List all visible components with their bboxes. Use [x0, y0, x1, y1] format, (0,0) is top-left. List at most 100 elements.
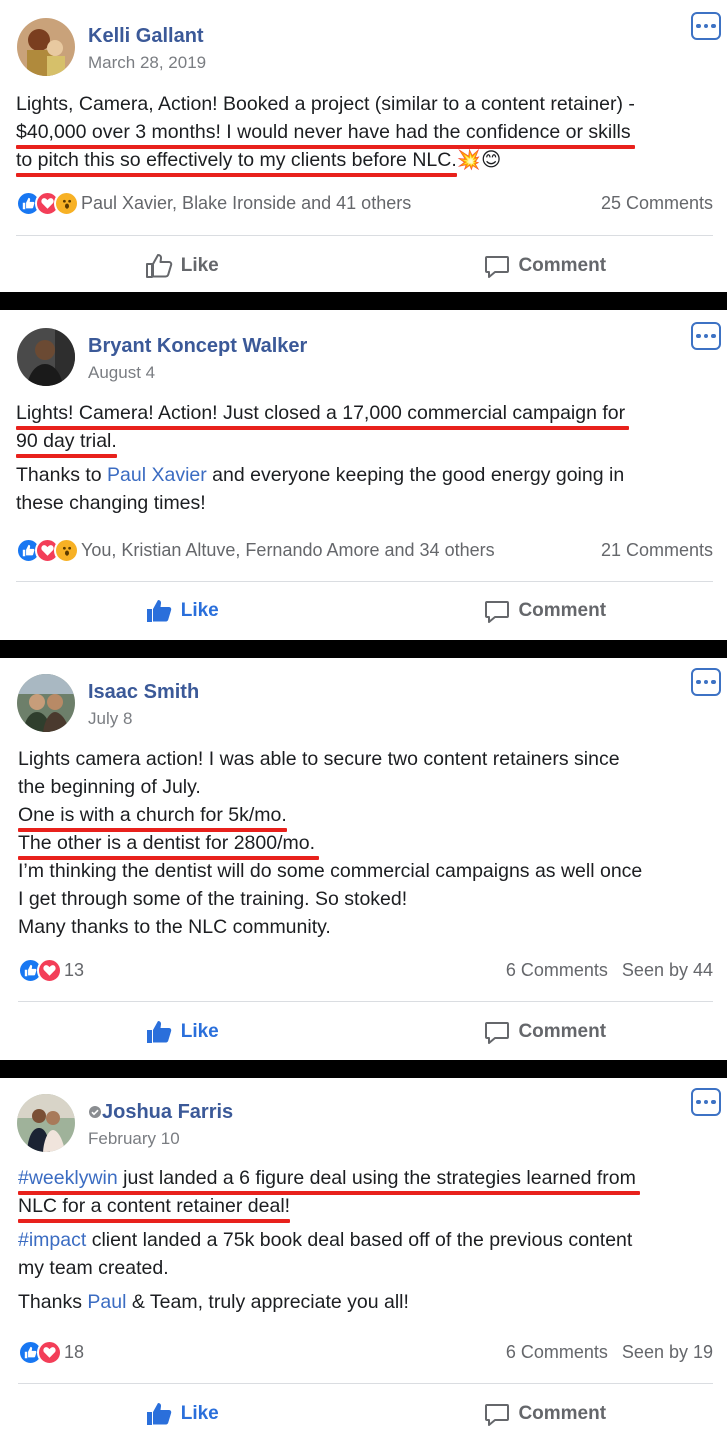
post-text: Lights, Camera, Action! Booked a project…: [16, 90, 716, 177]
comment-button[interactable]: Comment: [364, 246, 727, 286]
love-reaction-icon: [37, 957, 62, 983]
reaction-summary: You, Kristian Altuve, Fernando Amore and…: [16, 535, 713, 565]
reaction-icons[interactable]: [16, 190, 79, 216]
underlined-text: just landed a 6 figure deal using the st…: [117, 1167, 636, 1189]
post-text-segment: and everyone keeping the good energy goi…: [206, 464, 625, 486]
comment-label: Comment: [518, 255, 607, 276]
mention-link[interactable]: Paul: [87, 1291, 126, 1313]
thumbs-up-outline-icon: [145, 254, 172, 278]
post-text: Lights camera action! I was able to secu…: [18, 745, 718, 941]
comment-icon: [485, 1022, 510, 1044]
post-text-segment: Thanks: [18, 1291, 88, 1313]
post-card: Isaac Smith July 8 Lights camera action!…: [0, 658, 727, 1060]
post-date[interactable]: February 10: [88, 1129, 180, 1149]
more-options-button[interactable]: [691, 1088, 721, 1116]
comment-label: Comment: [518, 600, 607, 621]
avatar[interactable]: [17, 674, 75, 732]
author-name[interactable]: Joshua Farris: [88, 1100, 233, 1124]
post-text-line: Lights camera action! I was able to secu…: [18, 748, 620, 770]
post-card: Bryant Koncept Walker August 4 Lights! C…: [0, 310, 727, 640]
thumbs-up-icon: [146, 1021, 171, 1043]
post-text: Lights! Camera! Action! Just closed a 17…: [16, 399, 716, 517]
reaction-icons[interactable]: [18, 1339, 62, 1365]
comment-icon: [485, 1404, 510, 1426]
post-text-segment: Thanks to: [16, 464, 108, 486]
reaction-icons[interactable]: [16, 537, 79, 563]
comments-count[interactable]: 6 Comments: [506, 960, 608, 981]
reaction-summary: 13 6 Comments Seen by 44: [18, 955, 713, 985]
post-text-line: my team created.: [18, 1257, 169, 1279]
verified-badge-icon: [89, 1106, 101, 1118]
thumbs-up-icon: [146, 1403, 171, 1425]
like-button[interactable]: Like: [0, 1394, 364, 1434]
reactors-text[interactable]: You, Kristian Altuve, Fernando Amore and…: [81, 540, 495, 561]
divider: [16, 581, 713, 582]
comment-icon: [485, 256, 510, 278]
like-label: Like: [180, 600, 219, 621]
post-text-line: the beginning of July.: [18, 776, 201, 798]
like-button[interactable]: Like: [0, 246, 364, 286]
post-text-segment: client landed a 75k book deal based off …: [86, 1229, 633, 1251]
more-options-button[interactable]: [691, 322, 721, 350]
action-bar: Like Comment: [0, 246, 727, 286]
post-text: #weeklywin just landed a 6 figure deal u…: [18, 1164, 718, 1316]
mention-link[interactable]: Paul Xavier: [107, 464, 207, 486]
post-card: Joshua Farris February 10 #weeklywin jus…: [0, 1078, 727, 1440]
avatar[interactable]: [17, 1094, 75, 1152]
like-label: Like: [180, 1403, 219, 1424]
post-text-line: I get through some of the training. So s…: [18, 888, 408, 910]
action-bar: Like Comment: [0, 591, 727, 631]
more-options-button[interactable]: [691, 668, 721, 696]
comments-count[interactable]: 21 Comments: [601, 540, 713, 561]
wow-reaction-icon: [54, 537, 79, 563]
comment-button[interactable]: Comment: [364, 591, 727, 631]
love-reaction-icon: [37, 1339, 62, 1365]
hashtag-link[interactable]: #impact: [18, 1229, 86, 1251]
author-name[interactable]: Kelli Gallant: [88, 24, 204, 48]
underlined-text: $40,000 over 3 months! I would never hav…: [16, 118, 635, 149]
comment-button[interactable]: Comment: [364, 1394, 727, 1434]
action-bar: Like Comment: [0, 1012, 727, 1052]
post-text-line: these changing times!: [16, 492, 206, 514]
post-date[interactable]: August 4: [88, 363, 155, 383]
comment-icon: [485, 601, 510, 623]
avatar[interactable]: [17, 328, 75, 386]
author-name[interactable]: Isaac Smith: [88, 680, 199, 704]
comments-count[interactable]: 25 Comments: [601, 193, 713, 214]
seen-by-count[interactable]: Seen by 19: [622, 1342, 713, 1363]
reaction-count[interactable]: 18: [64, 1342, 84, 1363]
avatar[interactable]: [17, 18, 75, 76]
underlined-text: to pitch this so effectively to my clien…: [16, 146, 457, 177]
reaction-icons[interactable]: [18, 957, 62, 983]
more-options-button[interactable]: [691, 12, 721, 40]
divider: [18, 1383, 713, 1384]
action-bar: Like Comment: [0, 1394, 727, 1434]
seen-by-count[interactable]: Seen by 44: [622, 960, 713, 981]
like-label: Like: [180, 1021, 219, 1042]
comment-button[interactable]: Comment: [364, 1012, 727, 1052]
post-text-line: Lights, Camera, Action! Booked a project…: [16, 93, 635, 115]
reaction-count[interactable]: 13: [64, 960, 84, 981]
emoji: 💥😊: [456, 149, 502, 171]
post-date[interactable]: March 28, 2019: [88, 53, 206, 73]
underlined-text: 90 day trial.: [16, 427, 117, 458]
comments-count[interactable]: 6 Comments: [506, 1342, 608, 1363]
post-text-line: Many thanks to the NLC community.: [18, 916, 331, 938]
like-button[interactable]: Like: [0, 591, 364, 631]
like-button[interactable]: Like: [0, 1012, 364, 1052]
underlined-text: Lights! Camera! Action! Just closed a 17…: [16, 399, 630, 430]
like-label: Like: [180, 255, 219, 276]
reaction-summary: 18 6 Comments Seen by 19: [18, 1337, 713, 1367]
thumbs-up-icon: [146, 600, 171, 622]
divider: [16, 235, 713, 236]
comment-label: Comment: [518, 1403, 607, 1424]
hashtag-link[interactable]: #weeklywin: [18, 1167, 118, 1189]
post-text-line: I’m thinking the dentist will do some co…: [18, 860, 643, 882]
author-name[interactable]: Bryant Koncept Walker: [88, 334, 307, 358]
post-date[interactable]: July 8: [88, 709, 132, 729]
underlined-text: One is with a church for 5k/mo.: [18, 801, 287, 832]
underlined-text: The other is a dentist for 2800/mo.: [18, 829, 319, 860]
post-card: Kelli Gallant March 28, 2019 Lights, Cam…: [0, 0, 727, 292]
reactors-text[interactable]: Paul Xavier, Blake Ironside and 41 other…: [81, 193, 411, 214]
underlined-text: NLC for a content retainer deal!: [18, 1192, 291, 1223]
